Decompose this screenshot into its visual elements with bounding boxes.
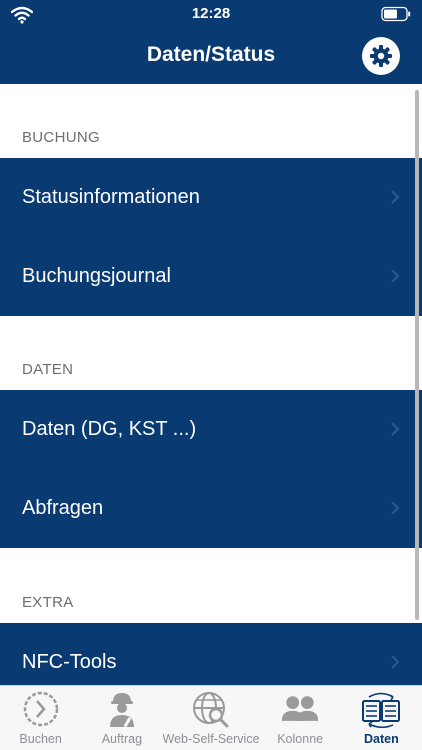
chevron-right-icon [391,501,400,515]
section-header-daten: DATEN [22,361,74,378]
list-item-label: Statusinformationen [22,186,200,208]
list-item-buchungsjournal[interactable]: Buchungsjournal [0,237,422,316]
tab-bar: Buchen Auftrag Web-Self-Service Kolonne … [0,685,422,750]
people-icon [281,696,319,721]
tab-label: Auftrag [101,732,143,746]
settings-button[interactable] [362,37,400,75]
list-item-statusinformationen[interactable]: Statusinformationen [0,158,422,237]
status-bar: 12:28 [0,0,422,30]
tab-label: Kolonne [277,732,324,746]
list-item-label: NFC-Tools [22,651,117,673]
scrollbar[interactable] [415,90,419,620]
group-extra: NFC-Tools [0,623,422,685]
group-daten: Daten (DG, KST ...) Abfragen [0,390,422,548]
tab-label: Buchen [19,732,62,746]
group-buchung: Statusinformationen Buchungsjournal [0,158,422,316]
page-title: Daten/Status [146,43,276,66]
tab-buchen[interactable]: Buchen [0,686,81,750]
worker-icon [109,693,134,728]
tab-label: Web-Self-Service [162,732,260,746]
clock-icon [23,691,58,727]
chevron-right-icon [391,190,400,204]
list-item-nfc-tools[interactable]: NFC-Tools [0,623,422,685]
list-item-abfragen[interactable]: Abfragen [0,469,422,548]
tab-kolonne[interactable]: Kolonne [260,686,341,750]
chevron-right-icon [391,269,400,283]
navigation-bar: Daten/Status [0,30,422,84]
section-header-extra: EXTRA [22,594,74,611]
chevron-right-icon [391,422,400,436]
tab-label: Daten [364,732,399,746]
tab-daten[interactable]: Daten [341,686,422,750]
tab-auftrag[interactable]: Auftrag [81,686,162,750]
web-search-icon [193,692,229,728]
gear-icon [370,45,392,67]
settings-list[interactable]: BUCHUNG Statusinformationen Buchungsjour… [0,84,422,685]
tab-web-self-service[interactable]: Web-Self-Service [163,686,260,750]
section-header-buchung: BUCHUNG [22,129,100,146]
list-item-label: Daten (DG, KST ...) [22,418,197,440]
chevron-right-icon [391,655,400,669]
list-item-label: Abfragen [22,497,104,519]
status-time: 12:28 [191,5,231,22]
data-book-icon [362,692,401,728]
list-item-label: Buchungsjournal [22,265,171,287]
list-item-daten-dg-kst[interactable]: Daten (DG, KST ...) [0,390,422,469]
battery-icon [381,6,411,22]
